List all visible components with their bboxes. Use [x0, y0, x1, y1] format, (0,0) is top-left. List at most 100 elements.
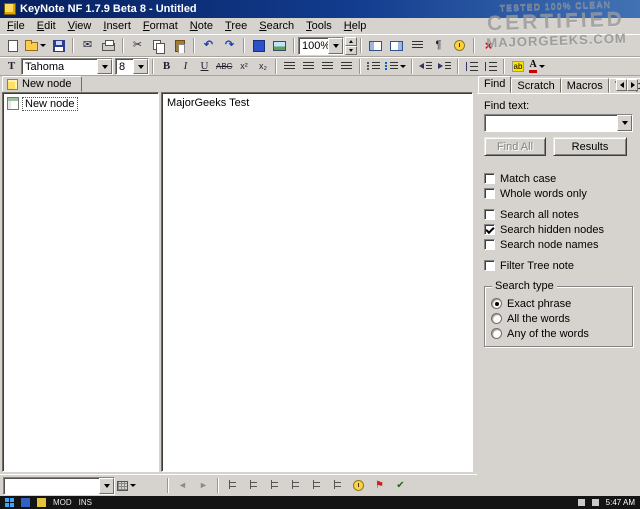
tab-find[interactable]: Find [478, 76, 511, 93]
find-text-dropdown-button[interactable] [617, 115, 632, 131]
menu-file[interactable]: File [1, 19, 31, 33]
node-alarm-button[interactable] [348, 477, 369, 495]
navigate-back-button[interactable]: ◄ [172, 477, 193, 495]
undo-button[interactable]: ↶ [198, 36, 219, 55]
exact-phrase-radio[interactable]: Exact phrase [491, 297, 626, 310]
font-name-combobox[interactable]: Tahoma [21, 58, 113, 75]
move-node-up-button[interactable] [306, 477, 327, 495]
tray-icon-2[interactable] [592, 499, 599, 506]
format-marks-button[interactable]: ¶ [428, 36, 449, 55]
collapse-tree-button[interactable] [243, 477, 264, 495]
zoom-combobox[interactable]: 100% [298, 37, 344, 55]
zoom-up-button[interactable] [345, 37, 357, 46]
menubar: File Edit View Insert Format Note Tree S… [0, 18, 640, 34]
font-color-button[interactable]: A [527, 59, 546, 75]
results-button[interactable]: Results [553, 137, 627, 156]
tree-panel[interactable]: New node [2, 92, 159, 472]
tray-icon-1[interactable] [578, 499, 585, 506]
paste-button[interactable] [169, 36, 190, 55]
cut-button[interactable]: ✂ [127, 36, 148, 55]
align-justify-button[interactable] [337, 59, 356, 75]
menu-search[interactable]: Search [253, 19, 300, 33]
exit-button[interactable]: × [478, 36, 499, 55]
style-grid-icon [117, 481, 128, 491]
align-left-button[interactable] [280, 59, 299, 75]
flag-node-button[interactable]: ⚑ [369, 477, 390, 495]
menu-format[interactable]: Format [137, 19, 184, 33]
line-spacing-1-button[interactable] [462, 59, 481, 75]
alarm-button[interactable] [449, 36, 470, 55]
menu-tools[interactable]: Tools [300, 19, 338, 33]
match-case-checkbox[interactable]: Match case [484, 172, 633, 185]
underline-button[interactable]: U [195, 59, 214, 75]
italic-button[interactable]: I [176, 59, 195, 75]
menu-tree[interactable]: Tree [219, 19, 253, 33]
any-of-the-words-radio[interactable]: Any of the words [491, 327, 626, 340]
print-button[interactable] [98, 36, 119, 55]
highlight-button[interactable]: ab [508, 59, 527, 75]
word-wrap-button[interactable] [407, 36, 428, 55]
numbered-list-button[interactable] [364, 59, 383, 75]
add-child-node-button[interactable] [285, 477, 306, 495]
titlebar[interactable]: KeyNote NF 1.7.9 Beta 8 - Untitled [0, 0, 640, 18]
all-the-words-radio[interactable]: All the words [491, 312, 626, 325]
tab-scratch[interactable]: Scratch [511, 78, 560, 93]
align-right-button[interactable] [318, 59, 337, 75]
move-node-down-button[interactable] [327, 477, 348, 495]
note-editor[interactable]: MajorGeeks Test [161, 92, 473, 472]
fullscreen-button[interactable] [248, 36, 269, 55]
expand-tree-button[interactable] [222, 477, 243, 495]
insert-picture-button[interactable] [269, 36, 290, 55]
add-node-button[interactable] [264, 477, 285, 495]
font-size-combobox[interactable]: 8 [115, 58, 149, 75]
bold-button[interactable]: B [157, 59, 176, 75]
node-style-combobox[interactable] [3, 477, 115, 495]
tab-scroll-left-button[interactable] [616, 79, 627, 91]
font-size-dropdown-button[interactable] [133, 59, 148, 74]
align-center-button[interactable] [299, 59, 318, 75]
font-name-dropdown-button[interactable] [97, 59, 112, 74]
redo-button[interactable]: ↷ [219, 36, 240, 55]
strikethrough-button[interactable]: ABC [214, 59, 234, 75]
node-style-dropdown-button[interactable] [99, 478, 114, 494]
save-button[interactable] [48, 36, 69, 55]
find-all-button[interactable]: Find All [484, 137, 546, 156]
apply-style-button[interactable] [115, 477, 138, 495]
toggle-tree-panel-button[interactable] [365, 36, 386, 55]
superscript-button[interactable]: x² [234, 59, 253, 75]
indent-button[interactable] [435, 59, 454, 75]
toggle-resource-panel-button[interactable] [386, 36, 407, 55]
tab-macros[interactable]: Macros [561, 78, 609, 93]
start-button[interactable] [5, 498, 14, 507]
open-file-button[interactable] [23, 36, 48, 55]
navigate-forward-button[interactable]: ► [193, 477, 214, 495]
tree-item-new-node[interactable]: New node [5, 96, 79, 111]
outdent-button[interactable] [416, 59, 435, 75]
zoom-down-button[interactable] [345, 46, 357, 55]
menu-help[interactable]: Help [338, 19, 373, 33]
zoom-dropdown-button[interactable] [328, 38, 343, 54]
filter-tree-note-checkbox[interactable]: Filter Tree note [484, 259, 633, 272]
new-note-button[interactable] [2, 36, 23, 55]
copy-button[interactable] [148, 36, 169, 55]
menu-edit[interactable]: Edit [31, 19, 62, 33]
font-dialog-button[interactable]: T [2, 59, 21, 75]
subscript-button[interactable]: x₂ [253, 59, 272, 75]
check-node-button[interactable]: ✔ [390, 477, 411, 495]
line-spacing-2-button[interactable] [481, 59, 500, 75]
search-hidden-nodes-checkbox[interactable]: Search hidden nodes [484, 223, 633, 236]
tab-new-node[interactable]: New node [2, 76, 82, 92]
checkbox-label: Filter Tree note [500, 260, 574, 272]
taskbar-app-explorer[interactable] [37, 498, 46, 507]
tab-scroll-right-button[interactable] [627, 79, 638, 91]
email-note-button[interactable]: ✉ [77, 36, 98, 55]
search-all-notes-checkbox[interactable]: Search all notes [484, 208, 633, 221]
menu-insert[interactable]: Insert [97, 19, 137, 33]
taskbar-app-keynote[interactable] [21, 498, 30, 507]
menu-note[interactable]: Note [184, 19, 219, 33]
whole-words-checkbox[interactable]: Whole words only [484, 187, 633, 200]
bullet-list-button[interactable] [383, 59, 408, 75]
search-node-names-checkbox[interactable]: Search node names [484, 238, 633, 251]
menu-view[interactable]: View [62, 19, 98, 33]
find-text-combobox[interactable] [484, 114, 633, 132]
